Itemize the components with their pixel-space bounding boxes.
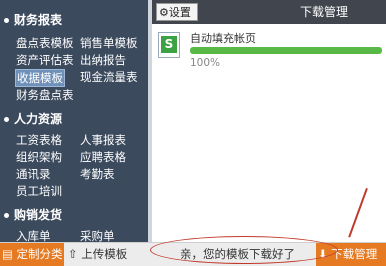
download-progress-bar bbox=[190, 47, 382, 54]
section-title-finance[interactable]: 财务报表 bbox=[0, 12, 62, 28]
gear-icon: ⚙ bbox=[159, 6, 169, 19]
sidebar-item-org-chart[interactable]: 组织架构 bbox=[16, 149, 62, 165]
sidebar-item-inventory-template[interactable]: 盘点表模板 bbox=[16, 35, 74, 51]
sidebar-item-attendance[interactable]: 考勤表 bbox=[80, 166, 115, 182]
section-title-purchase[interactable]: 购销发货 bbox=[0, 207, 62, 223]
sidebar-item-finance-inventory[interactable]: 财务盘点表 bbox=[16, 87, 74, 103]
sidebar-item-contacts[interactable]: 通讯录 bbox=[16, 166, 51, 182]
sidebar-item-asset-evaluation[interactable]: 资产评估表 bbox=[16, 52, 74, 68]
category-icon: ▤ bbox=[2, 247, 13, 261]
sidebar-item-application[interactable]: 应聘表格 bbox=[80, 149, 126, 165]
download-progress-text: 100% bbox=[190, 57, 221, 69]
download-item[interactable]: S 自动填充帐页 100% bbox=[152, 24, 386, 74]
close-icon[interactable] bbox=[362, 0, 386, 24]
section-title-hr[interactable]: 人力资源 bbox=[0, 111, 62, 127]
sidebar-item-cashier-report[interactable]: 出纳报告 bbox=[80, 52, 126, 68]
bullet-icon bbox=[4, 212, 9, 218]
annotation-ellipse bbox=[150, 236, 338, 264]
sidebar-item-training[interactable]: 员工培训 bbox=[16, 183, 62, 199]
custom-category-button[interactable]: ▤ 定制分类 bbox=[0, 243, 64, 266]
download-file-name: 自动填充帐页 bbox=[190, 32, 256, 45]
download-manager-panel: ⚙设置 下载管理 S 自动填充帐页 100% bbox=[152, 0, 386, 242]
sidebar-item-sales-template[interactable]: 销售单模板 bbox=[80, 35, 138, 51]
upload-template-button[interactable]: ⇧ 上传模板 bbox=[68, 243, 138, 266]
spreadsheet-file-icon: S bbox=[158, 32, 180, 58]
progress-fill bbox=[190, 47, 382, 54]
sidebar-item-cashflow[interactable]: 现金流量表 bbox=[80, 69, 138, 85]
upload-icon: ⇧ bbox=[68, 247, 78, 261]
sidebar: 财务报表 盘点表模板 销售单模板 资产评估表 出纳报告 收据模板 现金流量表 财… bbox=[0, 0, 148, 242]
sidebar-item-personnel[interactable]: 人事报表 bbox=[80, 132, 126, 148]
sidebar-item-purchase-order[interactable]: 采购单 bbox=[80, 228, 115, 242]
bullet-icon bbox=[4, 17, 9, 23]
sidebar-item-receipt-template[interactable]: 收据模板 bbox=[15, 69, 65, 87]
sidebar-item-salary[interactable]: 工资表格 bbox=[16, 132, 62, 148]
bullet-icon bbox=[4, 116, 9, 122]
settings-button[interactable]: ⚙设置 bbox=[156, 3, 198, 21]
panel-title: 下载管理 bbox=[300, 5, 349, 19]
sidebar-item-stock-in[interactable]: 入库单 bbox=[16, 228, 51, 242]
panel-header: ⚙设置 下载管理 bbox=[152, 0, 386, 24]
